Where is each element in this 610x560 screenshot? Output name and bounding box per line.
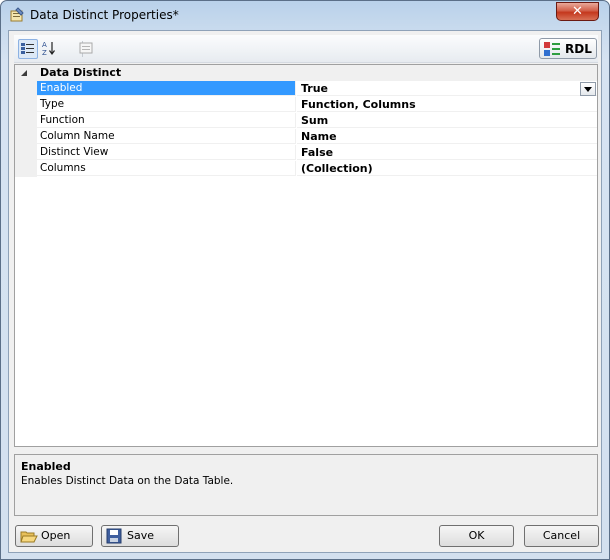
properties-window-icon: [9, 7, 25, 23]
row-gutter: [15, 145, 37, 161]
property-name[interactable]: Type: [37, 97, 296, 112]
rdl-button[interactable]: RDL: [539, 38, 597, 59]
window-title: Data Distinct Properties*: [30, 8, 179, 22]
property-row-columns[interactable]: Columns (Collection): [15, 161, 597, 177]
alphabetical-sort-icon: A Z: [42, 41, 55, 56]
row-gutter: [15, 129, 37, 145]
rdl-label: RDL: [565, 42, 592, 56]
ok-label: OK: [468, 529, 485, 542]
alphabetical-button[interactable]: A Z: [40, 39, 60, 59]
cancel-label: Cancel: [542, 529, 581, 542]
property-value[interactable]: False: [297, 145, 597, 160]
property-value[interactable]: Name: [297, 129, 597, 144]
property-row-enabled[interactable]: Enabled True: [15, 81, 597, 97]
property-name[interactable]: Enabled: [37, 81, 296, 96]
floppy-disk-icon: [106, 528, 122, 544]
open-label: Open: [41, 529, 71, 542]
ok-button[interactable]: OK: [439, 525, 514, 547]
help-description: Enables Distinct Data on the Data Table.: [21, 475, 234, 487]
window-client-area: A Z RDL Data Distinct Enabled True Type …: [8, 30, 602, 553]
open-button[interactable]: Open: [15, 525, 93, 547]
chevron-down-icon: [584, 87, 592, 92]
rdl-icon: [544, 42, 560, 56]
property-value[interactable]: Sum: [297, 113, 597, 128]
property-value[interactable]: Function, Columns: [297, 97, 597, 112]
folder-open-icon: [20, 531, 38, 543]
collapse-triangle-icon[interactable]: [21, 69, 29, 77]
property-row-type[interactable]: Type Function, Columns: [15, 97, 597, 113]
property-pages-icon: [79, 42, 93, 54]
property-row-column-name[interactable]: Column Name Name: [15, 129, 597, 145]
help-panel: Enabled Enables Distinct Data on the Dat…: [14, 454, 598, 516]
property-name[interactable]: Distinct View: [37, 145, 296, 160]
close-icon: ✕: [572, 4, 583, 19]
row-gutter: [15, 81, 37, 97]
category-data-distinct[interactable]: Data Distinct: [15, 65, 597, 81]
row-gutter: [15, 113, 37, 129]
svg-text:A: A: [42, 41, 47, 49]
save-button[interactable]: Save: [101, 525, 179, 547]
row-gutter: [15, 161, 37, 177]
close-button[interactable]: ✕: [556, 2, 599, 21]
value-dropdown-button[interactable]: [580, 82, 596, 96]
property-grid-toolbar: A Z RDL: [14, 35, 598, 63]
categorized-button[interactable]: [18, 39, 38, 59]
property-value[interactable]: (Collection): [297, 161, 597, 176]
property-grid[interactable]: Data Distinct Enabled True Type Function…: [14, 64, 598, 447]
row-gutter: [15, 97, 37, 113]
property-row-function[interactable]: Function Sum: [15, 113, 597, 129]
property-name[interactable]: Column Name: [37, 129, 296, 144]
help-title: Enabled: [21, 460, 71, 473]
category-label: Data Distinct: [40, 66, 122, 79]
categorized-icon: [21, 43, 34, 54]
svg-text:Z: Z: [42, 49, 47, 56]
property-pages-button[interactable]: [77, 39, 97, 59]
title-bar[interactable]: Data Distinct Properties* ✕: [1, 1, 609, 31]
property-name[interactable]: Function: [37, 113, 296, 128]
properties-window: Data Distinct Properties* ✕ A Z RDL Data…: [0, 0, 610, 560]
property-row-distinct-view[interactable]: Distinct View False: [15, 145, 597, 161]
property-value[interactable]: True: [297, 81, 597, 96]
save-label: Save: [127, 529, 155, 542]
cancel-button[interactable]: Cancel: [524, 525, 599, 547]
property-name[interactable]: Columns: [37, 161, 296, 176]
